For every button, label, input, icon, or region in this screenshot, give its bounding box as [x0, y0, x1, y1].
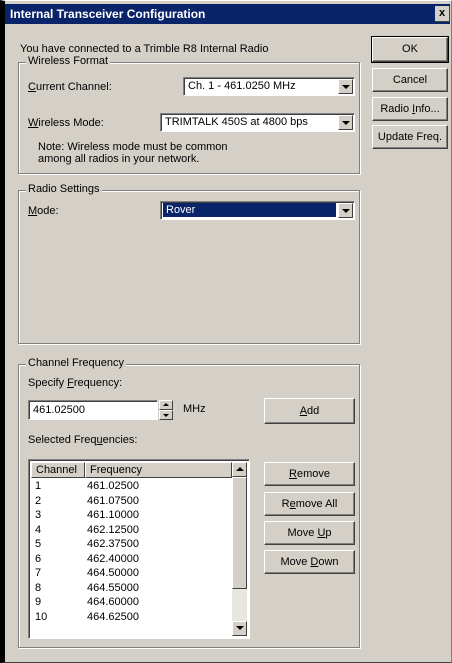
channel-cell: 2 — [35, 494, 42, 507]
frequency-cell: 461.02500 — [87, 480, 139, 492]
frequency-cell: 464.55000 — [87, 581, 139, 594]
stepper-up-icon[interactable] — [159, 400, 173, 410]
frequency-cell: 462.12500 — [87, 523, 139, 536]
update-freq-button[interactable]: Update Freq. — [372, 125, 448, 149]
channel-cell: 3 — [35, 509, 42, 521]
move-up-button[interactable]: Move Up — [264, 521, 355, 545]
channel-cell: 5 — [35, 538, 42, 550]
wireless-note-line2: among all radios in your network. — [38, 153, 200, 165]
channel-cell: 8 — [35, 581, 42, 594]
move-down-button[interactable]: Move Down — [264, 550, 355, 574]
selected-frequencies-label: Selected Frequencies: — [28, 434, 138, 446]
radio-settings-legend: Radio Settings — [26, 183, 102, 195]
channel-cell: 4 — [35, 523, 42, 536]
intro-text: You have connected to a Trimble R8 Inter… — [20, 43, 269, 55]
chevron-down-icon[interactable] — [338, 79, 353, 94]
close-icon[interactable]: x — [435, 6, 450, 22]
current-channel-value: Ch. 1 - 461.0250 MHz — [188, 80, 296, 92]
stepper-down-icon[interactable] — [159, 410, 173, 420]
radio-mode-value: Rover — [163, 203, 336, 217]
frequency-cell: 461.07500 — [87, 494, 139, 507]
current-channel-label: Current Channel: — [28, 81, 112, 93]
radio-mode-label: Mode: — [28, 205, 59, 217]
frequency-cell: 464.62500 — [87, 610, 139, 623]
chevron-down-icon[interactable] — [338, 115, 353, 130]
channel-cell: 6 — [35, 552, 42, 565]
frequency-stepper[interactable] — [159, 400, 173, 420]
channel-cell: 10 — [35, 610, 48, 623]
frequency-cell: 464.50000 — [87, 567, 139, 579]
column-header-channel[interactable]: Channel — [31, 462, 85, 478]
frequency-list[interactable]: Channel Frequency 1 461.02500 2 461.07500 3 4… — [28, 459, 250, 639]
scroll-up-icon[interactable] — [232, 462, 247, 477]
remove-button[interactable]: Remove — [264, 462, 355, 486]
ok-button[interactable]: OK — [371, 36, 449, 63]
wireless-note-line1: Note: Wireless mode must be common — [38, 141, 228, 153]
channel-cell: 1 — [35, 480, 42, 492]
window-title: Internal Transceiver Configuration — [10, 7, 206, 21]
frequency-unit: MHz — [183, 403, 206, 415]
channel-cell: 9 — [35, 596, 42, 608]
wireless-mode-value: TRIMTALK 450S at 4800 bps — [165, 116, 308, 128]
cancel-button[interactable]: Cancel — [372, 68, 448, 92]
list-scrollbar[interactable] — [232, 462, 247, 636]
column-header-frequency[interactable]: Frequency — [85, 462, 232, 478]
remove-all-button[interactable]: Remove All — [264, 492, 355, 516]
title-bar: Internal Transceiver Configuration x — [4, 4, 450, 24]
frequency-input[interactable]: 461.02500 — [28, 400, 158, 420]
frequency-cell: 462.40000 — [87, 552, 139, 565]
radio-mode-select[interactable]: Rover — [160, 201, 355, 220]
radio-info-button[interactable]: Radio Info... — [372, 97, 448, 121]
wireless-mode-select[interactable]: TRIMTALK 450S at 4800 bps — [160, 113, 355, 132]
frequency-input-value: 461.02500 — [33, 404, 85, 416]
wireless-mode-label: Wireless Mode: — [28, 117, 104, 129]
current-channel-select[interactable]: Ch. 1 - 461.0250 MHz — [183, 77, 355, 96]
scroll-thumb[interactable] — [232, 477, 247, 589]
wireless-format-legend: Wireless Format — [26, 55, 111, 67]
scroll-down-icon[interactable] — [232, 621, 247, 636]
chevron-down-icon[interactable] — [338, 203, 353, 218]
frequency-cell: 461.10000 — [87, 509, 139, 521]
frequency-cell: 464.60000 — [87, 596, 139, 608]
add-button[interactable]: Add — [264, 398, 355, 424]
frequency-cell: 462.37500 — [87, 538, 139, 550]
channel-cell: 7 — [35, 567, 42, 579]
specify-frequency-label: Specify Frequency: — [28, 377, 123, 389]
channel-frequency-legend: Channel Frequency — [26, 357, 127, 369]
